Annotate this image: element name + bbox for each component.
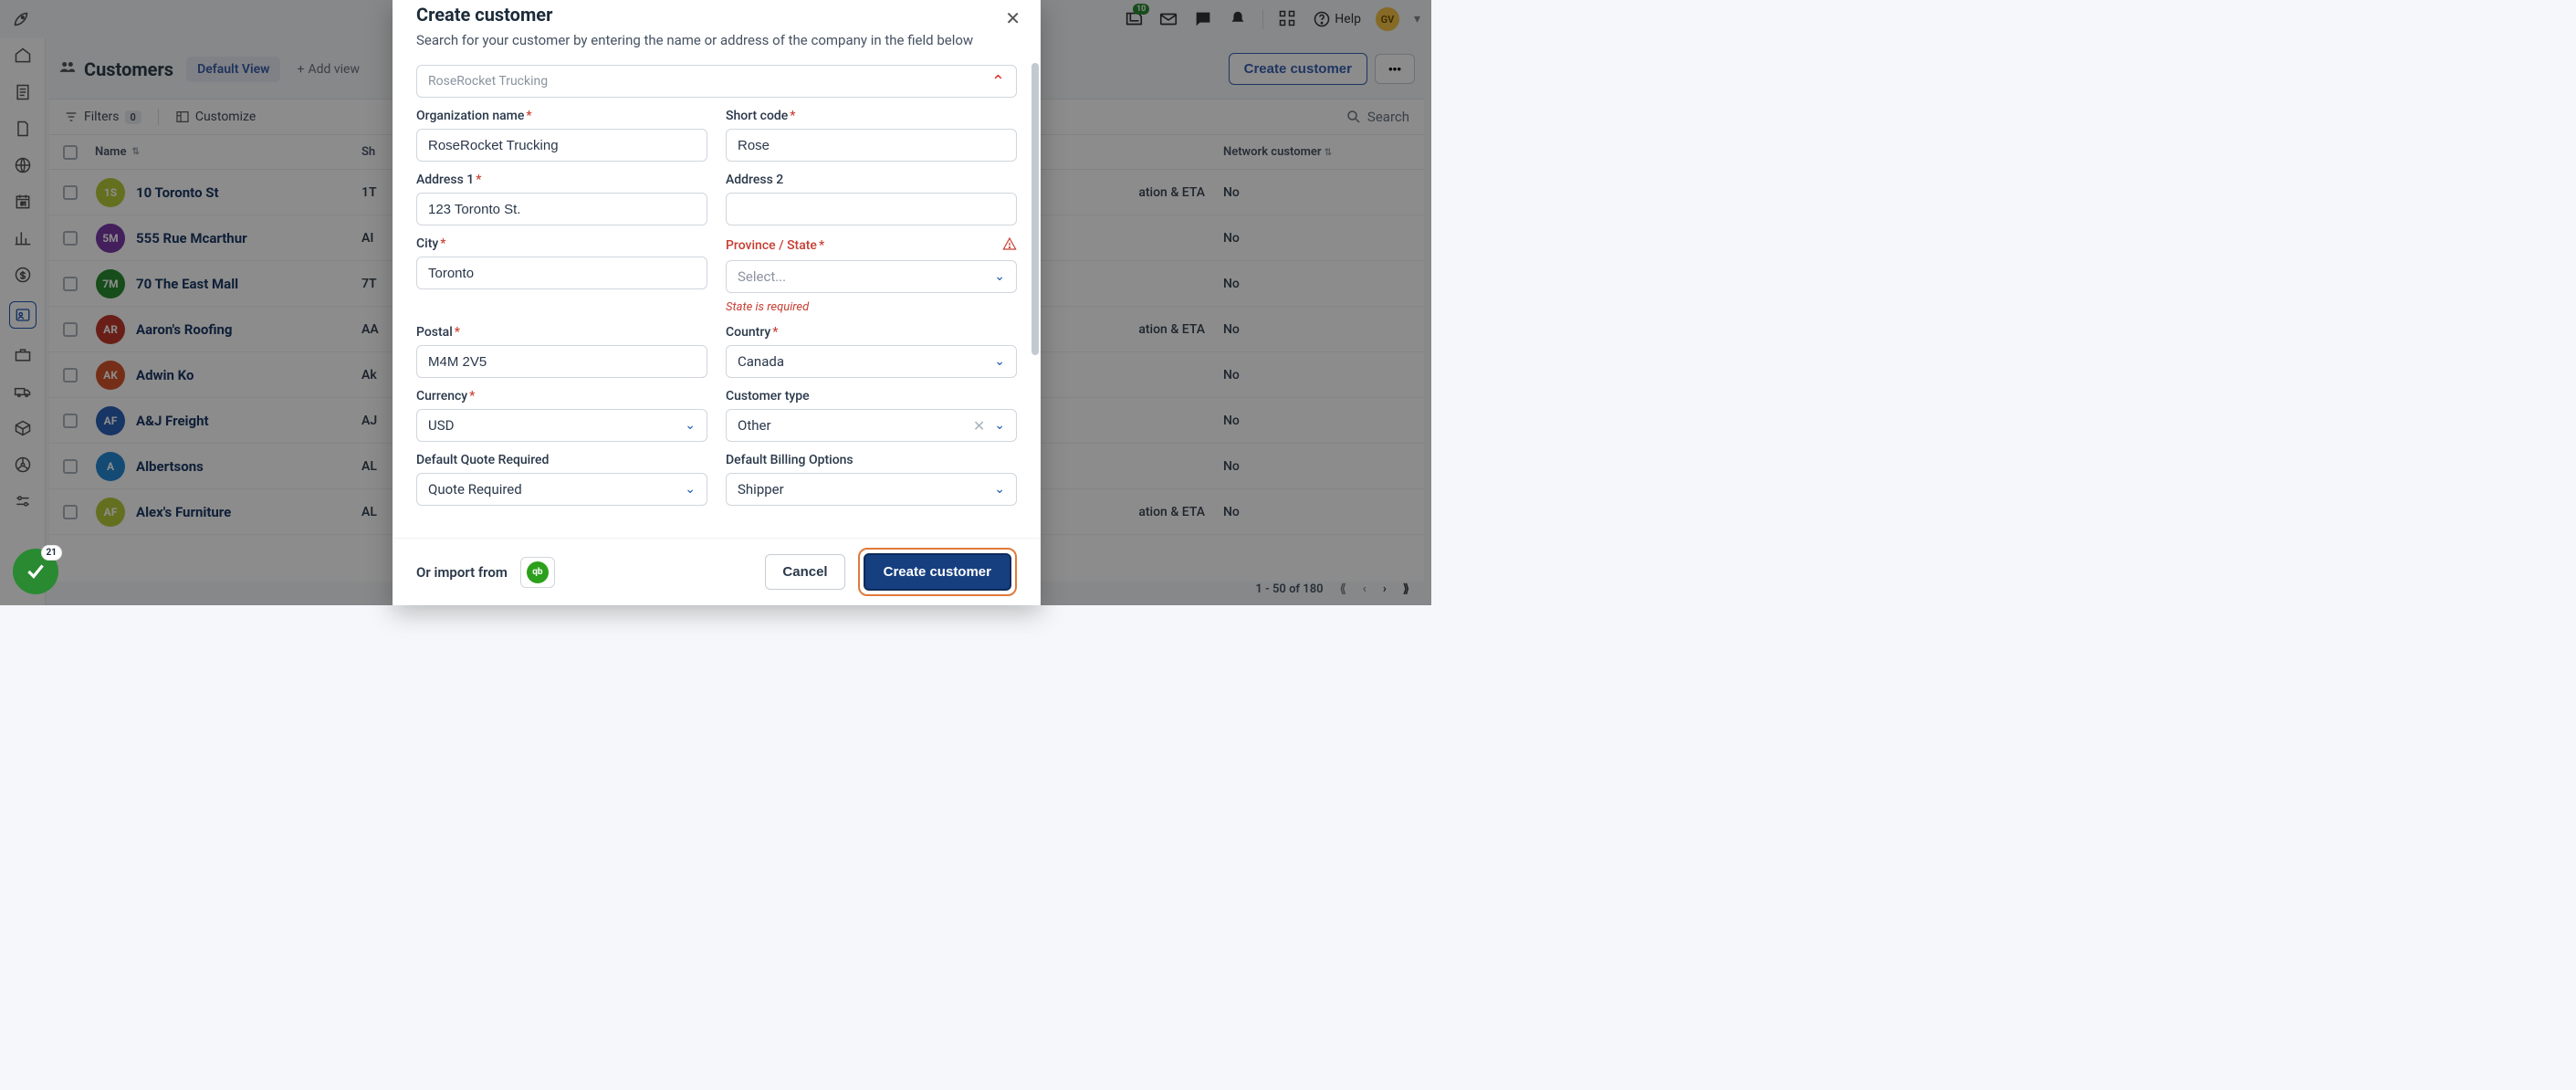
modal-footer: Or import from qb Cancel Create customer	[393, 538, 1041, 605]
modal-body: RoseRocket Trucking ⌃ Organization name*…	[393, 59, 1041, 538]
postal-input[interactable]	[416, 345, 707, 378]
currency-select[interactable]: USD ⌄	[416, 409, 707, 442]
chevron-down-icon: ⌄	[994, 269, 1005, 284]
postal-label: Postal*	[416, 325, 707, 340]
customer-type-select[interactable]: Other ✕ ⌄	[726, 409, 1017, 442]
address2-input[interactable]	[726, 193, 1017, 225]
city-label: City*	[416, 236, 707, 251]
billing-select[interactable]: Shipper ⌄	[726, 473, 1017, 506]
close-icon[interactable]: ✕	[1005, 7, 1021, 29]
billing-label: Default Billing Options	[726, 453, 1017, 467]
city-input[interactable]	[416, 257, 707, 289]
state-label: Province / State*	[726, 238, 824, 253]
currency-label: Currency*	[416, 389, 707, 404]
quote-label: Default Quote Required	[416, 453, 707, 467]
quote-select[interactable]: Quote Required ⌄	[416, 473, 707, 506]
chevron-down-icon: ⌄	[685, 418, 696, 433]
modal-header: Create customer Search for your customer…	[393, 0, 1041, 59]
import-label: Or import from	[416, 564, 508, 581]
modal-scrollbar[interactable]	[1031, 59, 1039, 538]
clear-icon[interactable]: ⌃	[991, 72, 1005, 91]
org-name-input[interactable]	[416, 129, 707, 162]
lookup-input[interactable]: RoseRocket Trucking ⌃	[416, 65, 1017, 98]
quickbooks-import-button[interactable]: qb	[520, 557, 555, 588]
address2-label: Address 2	[726, 173, 1017, 187]
clear-icon[interactable]: ✕	[973, 417, 985, 435]
modal-title: Create customer	[416, 4, 1017, 26]
modal-subtitle: Search for your customer by entering the…	[416, 31, 1017, 50]
state-select[interactable]: Select... ⌄	[726, 260, 1017, 293]
warning-icon	[1002, 236, 1017, 255]
create-customer-submit-button[interactable]: Create customer	[864, 553, 1011, 591]
state-error: State is required	[726, 300, 1017, 314]
quickbooks-icon: qb	[527, 561, 549, 583]
chevron-down-icon: ⌄	[994, 482, 1005, 497]
submit-highlight-ring: Create customer	[858, 548, 1017, 596]
toast-count: 21	[41, 545, 62, 561]
customer-type-label: Customer type	[726, 389, 1017, 404]
chevron-down-icon: ⌄	[994, 354, 1005, 369]
chevron-down-icon: ⌄	[994, 418, 1005, 433]
address1-label: Address 1*	[416, 173, 707, 187]
short-code-input[interactable]	[726, 129, 1017, 162]
success-toast[interactable]: 21	[13, 549, 58, 594]
country-select[interactable]: Canada ⌄	[726, 345, 1017, 378]
cancel-button[interactable]: Cancel	[765, 554, 844, 590]
address1-input[interactable]	[416, 193, 707, 225]
short-code-label: Short code*	[726, 109, 1017, 123]
chevron-down-icon: ⌄	[685, 482, 696, 497]
create-customer-modal: Create customer Search for your customer…	[393, 0, 1041, 605]
country-label: Country*	[726, 325, 1017, 340]
org-name-label: Organization name*	[416, 109, 707, 123]
